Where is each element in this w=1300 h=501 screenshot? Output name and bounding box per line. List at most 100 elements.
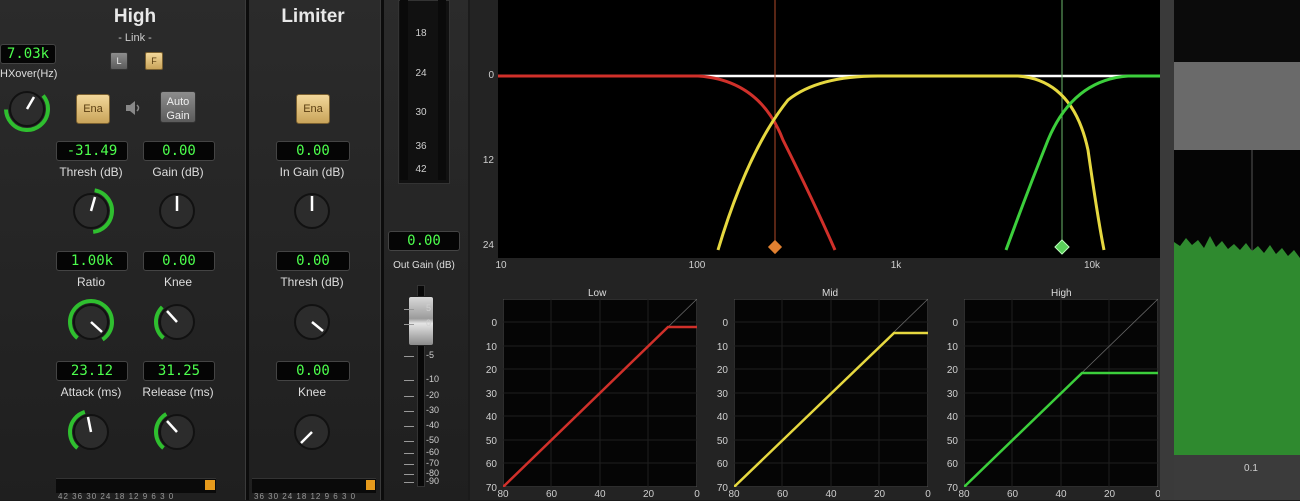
- auto-gain-button[interactable]: Auto Gain: [160, 91, 196, 123]
- attack-knob[interactable]: [66, 407, 116, 457]
- xover-label: HXover(Hz): [0, 68, 58, 80]
- fader-scale-label: 5: [426, 303, 432, 313]
- output-meter-scale-2: 30: [415, 107, 427, 118]
- high-gr-meter: [56, 478, 216, 493]
- fader-tick: [404, 441, 414, 442]
- comp-y-label: 50: [485, 435, 497, 447]
- comp-x-label: 80: [728, 489, 740, 500]
- out-gain-display[interactable]: 0.00: [388, 231, 460, 251]
- comp-x-label: 80: [958, 489, 970, 500]
- fader-scale-label: -40: [426, 420, 440, 430]
- eq-x-label-0: 10: [495, 260, 507, 271]
- high-gr-meter-fill: [205, 480, 215, 490]
- spectrum-analyzer: [1174, 150, 1300, 455]
- link-label: - Link -: [118, 32, 152, 44]
- comp-x-label: 0: [694, 489, 700, 500]
- analyzer-header: [1174, 0, 1300, 62]
- gain-knob[interactable]: [152, 186, 202, 236]
- knee-knob[interactable]: [152, 297, 202, 347]
- comp-y-label: 10: [716, 341, 728, 353]
- comp-y-label: 60: [716, 459, 728, 470]
- fader-tick: [404, 482, 414, 483]
- fader-scale-label: -50: [426, 435, 440, 445]
- xover-display[interactable]: 7.03k: [0, 44, 56, 64]
- thresh-display[interactable]: -31.49: [56, 141, 128, 161]
- release-display[interactable]: 31.25: [143, 361, 215, 381]
- eq-y-label-2: 24: [482, 240, 494, 251]
- eq-y-label-0: 0: [488, 70, 494, 81]
- attack-label: Attack (ms): [60, 385, 122, 399]
- ratio-label: Ratio: [76, 275, 105, 289]
- comp-x-label: 20: [642, 489, 655, 500]
- speaker-icon[interactable]: [124, 98, 144, 118]
- limiter-thresh-knob[interactable]: [287, 297, 337, 347]
- comp-x-label: 40: [1055, 489, 1067, 500]
- analyzer-footer: [1174, 455, 1300, 500]
- link-f-button[interactable]: F: [145, 52, 163, 70]
- thresh-knob[interactable]: [66, 186, 116, 236]
- limiter-gr-meter: [252, 478, 376, 493]
- out-gain-label: Out Gain (dB): [393, 260, 455, 271]
- comp-y-label: 20: [716, 365, 728, 376]
- attack-display[interactable]: 23.12: [56, 361, 128, 381]
- xover-knob[interactable]: [2, 84, 52, 134]
- limiter-knee-label: Knee: [297, 385, 327, 399]
- ratio-display[interactable]: 1.00k: [56, 251, 128, 271]
- eq-y-label-1: 12: [482, 155, 494, 166]
- knee-display[interactable]: 0.00: [143, 251, 215, 271]
- comp-y-label: 30: [485, 388, 497, 400]
- release-label: Release (ms): [142, 385, 214, 399]
- limiter-in-gain-knob[interactable]: [287, 186, 337, 236]
- fader-tick: [404, 453, 414, 454]
- fader-scale-label: -10: [426, 374, 440, 384]
- comp-y-label: 40: [485, 412, 497, 423]
- comp-x-label: 40: [825, 489, 837, 500]
- output-meter-scale-0: 18: [415, 28, 427, 39]
- limiter-in-gain-display[interactable]: 0.00: [276, 141, 350, 161]
- comp-y-label: 60: [485, 459, 497, 470]
- comp-y-label: 0: [491, 318, 497, 329]
- comp-y-label: 60: [946, 459, 958, 470]
- output-meter-left: [400, 0, 408, 180]
- comp-x-label: 0: [925, 489, 931, 500]
- comp-graph-mid-title: Mid: [822, 288, 839, 299]
- comp-x-label: 80: [497, 489, 509, 500]
- comp-x-label: 20: [1103, 489, 1116, 500]
- limiter-gr-meter-fill: [366, 480, 375, 490]
- fader-scale-label: -60: [426, 447, 440, 457]
- comp-y-label: 40: [716, 412, 728, 423]
- gain-display[interactable]: 0.00: [143, 141, 215, 161]
- comp-y-label: 40: [946, 412, 958, 423]
- fader-tick: [404, 324, 414, 325]
- fader-scale-label: -70: [426, 458, 440, 468]
- comp-x-label: 20: [873, 489, 886, 500]
- comp-graph-low: [503, 299, 697, 487]
- comp-y-label: 30: [716, 388, 728, 400]
- high-band-title: High: [113, 6, 157, 27]
- fader-scale-label: -5: [426, 350, 435, 360]
- comp-y-label: 20: [485, 365, 497, 376]
- link-l-button[interactable]: L: [110, 52, 128, 70]
- output-meter-scale-1: 24: [415, 68, 427, 79]
- fader-tick: [404, 380, 414, 381]
- comp-y-label: 10: [946, 341, 958, 353]
- fader-scale-label: -20: [426, 390, 440, 400]
- comp-x-label: 60: [776, 489, 789, 500]
- ratio-knob[interactable]: [66, 297, 116, 347]
- eq-x-label-3: 10k: [1083, 260, 1101, 271]
- limiter-thresh-display[interactable]: 0.00: [276, 251, 350, 271]
- eq-x-label-2: 1k: [890, 260, 902, 271]
- fader-tick: [404, 356, 414, 357]
- comp-y-label: 50: [716, 435, 728, 447]
- thresh-label: Thresh (dB): [59, 165, 123, 179]
- limiter-ena-button[interactable]: Ena: [296, 94, 330, 124]
- release-knob[interactable]: [152, 407, 202, 457]
- limiter-knee-knob[interactable]: [287, 407, 337, 457]
- high-ena-button[interactable]: Ena: [76, 94, 110, 124]
- comp-y-label: 10: [485, 341, 497, 353]
- limiter-knee-display[interactable]: 0.00: [276, 361, 350, 381]
- analyzer-gray-band: [1174, 62, 1300, 150]
- fader-tick: [404, 411, 414, 412]
- fader-tick: [404, 396, 414, 397]
- eq-graph[interactable]: [498, 0, 1160, 258]
